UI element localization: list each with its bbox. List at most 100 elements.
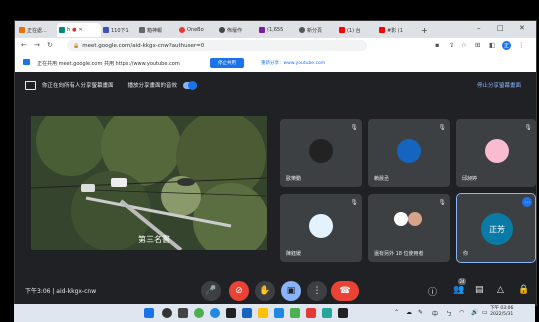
tab-4[interactable]: 箱神報 (137, 23, 177, 37)
share-this-tab-link[interactable]: 重新分享：www.youtube.com (261, 60, 325, 66)
tab-label: 箱神報 (147, 27, 163, 34)
pen-icon: ✎ (418, 309, 424, 316)
lock-icon: 🔒 (73, 42, 80, 49)
camera-off-icon: ⊘ (235, 286, 243, 296)
presenting-text: 你正在向所有人分享螢幕畫面 (42, 83, 114, 89)
audio-toggle[interactable] (183, 80, 198, 90)
mic-button[interactable]: 🎤 (201, 281, 221, 301)
participant-count: 24 (458, 278, 466, 285)
page-favicon-icon (139, 27, 145, 33)
more-button[interactable]: ⋮ (307, 281, 327, 301)
new-tab-button[interactable]: + (419, 23, 431, 37)
store-icon[interactable] (226, 308, 236, 318)
tab-strip: 正在處... h ● ✕ 110下1 箱神報 OneBo 佈壇作 (1,655 新分… (15, 21, 536, 38)
avatar (397, 139, 421, 163)
more-participants-tile[interactable]: 🎙 還有另外 18 位使用者 (368, 194, 450, 262)
tab-1[interactable]: 正在處... (17, 23, 57, 37)
tray-chevron-icon[interactable]: ⌃ (394, 309, 399, 316)
profile-avatar[interactable]: 正 (502, 41, 511, 50)
edge-icon[interactable] (210, 308, 220, 318)
extension-icon[interactable]: ⊞ (475, 41, 480, 49)
host-controls-icon[interactable]: 🔒 (518, 285, 529, 295)
menu-dots-icon[interactable]: ⋮ (518, 41, 525, 49)
stop-sharing-button[interactable]: 停止共用 (210, 58, 244, 68)
participant-tile[interactable]: 🎙 歐樂動 (280, 119, 362, 187)
mic-off-icon: 🎙 (350, 199, 358, 206)
avatar (485, 139, 509, 163)
self-tile[interactable]: ⋯ 正芳 你 (456, 193, 536, 263)
folder-icon[interactable] (258, 308, 268, 318)
start-icon[interactable] (144, 308, 154, 318)
sidepanel-icon[interactable]: ◧ (489, 41, 495, 49)
mail-favicon-icon (259, 27, 265, 33)
participant-tile[interactable]: 🎙 邱昶婷 (456, 119, 536, 187)
camera-icon[interactable]: ▪ (435, 41, 439, 49)
tab-label: 110下1 (111, 27, 129, 34)
avatar (309, 139, 333, 163)
maximize-button[interactable]: □ (497, 24, 504, 32)
star-icon[interactable]: ☆ (461, 41, 467, 49)
more-options-icon[interactable]: ⋯ (522, 197, 532, 207)
app-icon[interactable] (274, 308, 284, 318)
people-icon[interactable]: 👥 (453, 285, 464, 295)
tab-10[interactable]: #影 (1 (377, 23, 417, 37)
app-icon[interactable] (322, 308, 332, 318)
app-icon[interactable] (338, 308, 348, 318)
word-icon[interactable] (242, 308, 252, 318)
participant-tile[interactable]: 🎙 賴晨丞 (368, 119, 450, 187)
tab-7[interactable]: (1,655 (257, 23, 297, 37)
close-tab-icon[interactable]: ✕ (79, 27, 83, 33)
back-arrow-icon[interactable]: ← (21, 41, 27, 49)
battery-icon[interactable]: ▭ (482, 309, 488, 316)
volume-icon[interactable]: 🔊 (471, 309, 478, 316)
raise-hand-button[interactable]: ✋ (255, 281, 275, 301)
tab-label: h (67, 27, 71, 33)
tab-3[interactable]: 110下1 (101, 23, 137, 37)
video-frame (31, 116, 267, 250)
youtube-favicon-icon (339, 27, 345, 33)
tab-6[interactable]: 佈壇作 (217, 23, 257, 37)
self-avatar: 正芳 (481, 213, 513, 245)
share-icon[interactable]: ⇪ (449, 41, 454, 49)
minimize-button[interactable]: – (477, 24, 481, 32)
audio-label: 播放分享畫面的音效 (127, 83, 178, 89)
tab-9[interactable]: (1) 台 (337, 23, 377, 37)
presentation-favicon-icon (19, 27, 25, 33)
tab-label: #影 (1 (387, 27, 403, 34)
input-language[interactable]: 中 (432, 309, 438, 318)
sharing-bar: 正在共用 meet.google.com 共用 https://www.yout… (15, 54, 536, 73)
line-icon[interactable] (290, 308, 300, 318)
sharing-text: 正在共用 meet.google.com 共用 https://www.yout… (37, 61, 180, 67)
tab-label: OneBo (187, 27, 204, 33)
wifi-icon[interactable]: ◠ (459, 309, 464, 316)
tab-2[interactable]: h ● ✕ (57, 23, 101, 37)
camera-button[interactable]: ⊘ (229, 281, 249, 301)
url-bar[interactable]: 🔒 meet.google.com/aid-kkgx-cnw?authuser=… (67, 40, 367, 51)
page-favicon-icon (103, 27, 109, 33)
chat-icon[interactable]: ▤ (475, 285, 484, 295)
reload-icon[interactable]: ↻ (47, 41, 53, 49)
present-button[interactable]: ▣ (281, 281, 301, 301)
task-view-icon[interactable] (178, 308, 188, 318)
participant-name: 歐樂動 (286, 176, 302, 182)
tab-5[interactable]: OneBo (177, 23, 217, 37)
close-window-button[interactable]: ✕ (519, 24, 525, 32)
chrome-icon[interactable] (194, 308, 204, 318)
ime-icon[interactable]: ㄅ (446, 309, 452, 318)
tab-label: 佈壇作 (227, 27, 243, 34)
mic-off-icon: 🎙 (438, 199, 446, 206)
participant-tile[interactable]: 🎙 陳鈺媛 (280, 194, 362, 262)
taskbar: ⌃ ☁ ✎ 中 ㄅ ◠ 🔊 ▭ 下午 03:06 2022/5/31 (14, 304, 535, 322)
participant-name: 陳鈺媛 (286, 251, 302, 257)
search-icon[interactable] (162, 308, 172, 318)
onedrive-favicon-icon (179, 27, 185, 33)
leave-call-button[interactable]: ☎ (331, 281, 359, 301)
info-icon[interactable]: ⓘ (428, 285, 437, 298)
activities-icon[interactable]: △ (497, 285, 504, 295)
forward-arrow-icon[interactable]: → (34, 41, 40, 49)
app-icon[interactable] (306, 308, 316, 318)
more-vert-icon: ⋮ (312, 286, 322, 296)
stop-presenting-link[interactable]: 停止分享螢幕畫面 (477, 81, 521, 89)
clock[interactable]: 下午 03:06 2022/5/31 (490, 306, 513, 318)
tab-8[interactable]: 新分頁 (297, 23, 337, 37)
